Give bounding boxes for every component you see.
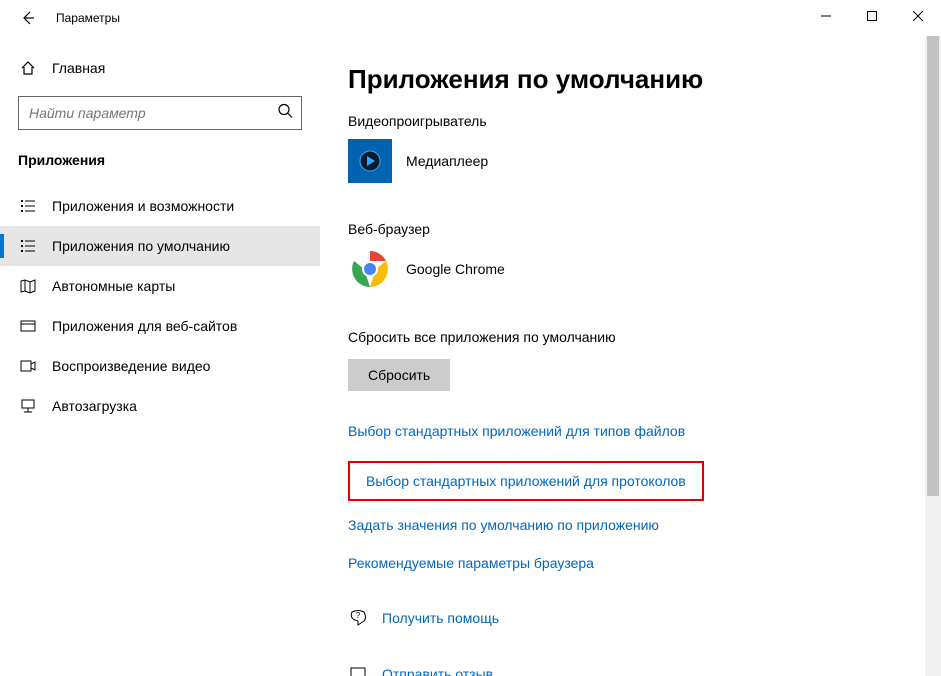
sidebar-item-offline-maps[interactable]: Автономные карты [0, 266, 320, 306]
sidebar-item-label: Автозагрузка [52, 398, 137, 414]
sidebar-item-video-playback[interactable]: Воспроизведение видео [0, 346, 320, 386]
help-icon: ? [349, 609, 367, 627]
link-browser-recs[interactable]: Рекомендуемые параметры браузера [348, 555, 594, 571]
minimize-icon [821, 11, 831, 21]
content-area: Приложения по умолчанию Видеопроигрывате… [320, 36, 941, 676]
back-button[interactable] [18, 8, 38, 28]
sidebar-item-label: Приложения и возможности [52, 198, 234, 214]
svg-text:?: ? [356, 611, 361, 620]
minimize-button[interactable] [803, 0, 849, 32]
chrome-icon [348, 247, 392, 291]
sidebar-item-startup[interactable]: Автозагрузка [0, 386, 320, 426]
scrollbar-thumb[interactable] [927, 36, 939, 496]
link-protocols[interactable]: Выбор стандартных приложений для протоко… [348, 461, 704, 501]
reset-button[interactable]: Сбросить [348, 359, 450, 391]
web-app-label: Google Chrome [406, 261, 505, 277]
sidebar-item-label: Автономные карты [52, 278, 175, 294]
sidebar-item-default-apps[interactable]: Приложения по умолчанию [0, 226, 320, 266]
link-file-types[interactable]: Выбор стандартных приложений для типов ф… [348, 423, 685, 439]
reset-header: Сбросить все приложения по умолчанию [348, 329, 913, 345]
list-icon [20, 198, 36, 214]
search-box[interactable] [18, 96, 302, 130]
video-player-header: Видеопроигрыватель [348, 113, 913, 129]
section-header: Приложения [0, 152, 320, 186]
web-browser-header: Веб-браузер [348, 221, 913, 237]
startup-icon [20, 398, 36, 414]
close-button[interactable] [895, 0, 941, 32]
feedback-row[interactable]: Отправить отзыв [348, 665, 913, 676]
arrow-left-icon [20, 10, 36, 26]
sidebar: Главная Приложения Приложения и возможно… [0, 36, 320, 676]
web-browser-selector[interactable]: Google Chrome [348, 247, 913, 291]
maximize-button[interactable] [849, 0, 895, 32]
get-help-row[interactable]: ? Получить помощь [348, 609, 913, 627]
search-input[interactable] [19, 105, 301, 121]
sidebar-item-label: Воспроизведение видео [52, 358, 210, 374]
video-icon [20, 358, 36, 374]
sidebar-item-apps-features[interactable]: Приложения и возможности [0, 186, 320, 226]
maximize-icon [867, 11, 877, 21]
feedback-label: Отправить отзыв [382, 666, 493, 676]
search-icon [277, 103, 293, 119]
window-title: Параметры [56, 11, 120, 25]
map-icon [20, 278, 36, 294]
page-title: Приложения по умолчанию [348, 64, 913, 95]
websites-icon [20, 318, 36, 334]
video-player-selector[interactable]: Медиаплеер [348, 139, 913, 183]
feedback-icon [349, 665, 367, 676]
get-help-label: Получить помощь [382, 610, 499, 626]
close-icon [913, 11, 923, 21]
home-label: Главная [52, 60, 105, 76]
sidebar-item-label: Приложения по умолчанию [52, 238, 230, 254]
link-by-app[interactable]: Задать значения по умолчанию по приложен… [348, 517, 659, 533]
sidebar-item-label: Приложения для веб-сайтов [52, 318, 237, 334]
default-apps-icon [20, 238, 36, 254]
video-app-label: Медиаплеер [406, 153, 488, 169]
home-nav[interactable]: Главная [0, 50, 320, 86]
sidebar-item-apps-websites[interactable]: Приложения для веб-сайтов [0, 306, 320, 346]
media-player-icon [348, 139, 392, 183]
home-icon [20, 60, 36, 76]
